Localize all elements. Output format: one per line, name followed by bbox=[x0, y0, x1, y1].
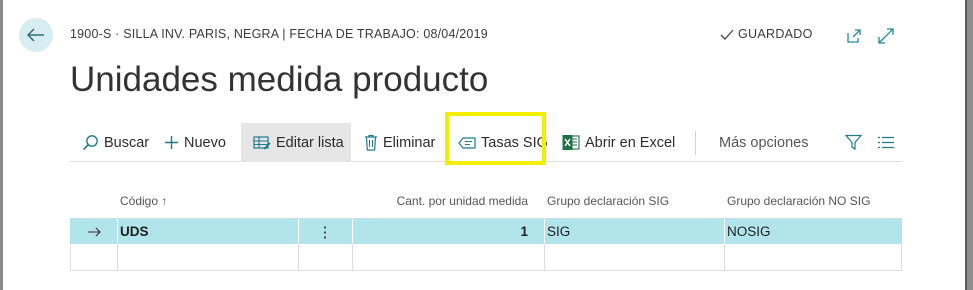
edit-list-button-label: Editar lista bbox=[276, 134, 344, 151]
row-pointer-arrow-icon bbox=[88, 227, 101, 237]
search-icon bbox=[82, 135, 98, 151]
open-in-new-window-icon[interactable] bbox=[845, 27, 863, 45]
delete-button-label: Eliminar bbox=[383, 134, 436, 151]
search-button[interactable]: Buscar bbox=[82, 123, 149, 162]
toolbar-divider bbox=[695, 131, 696, 155]
column-header-codigo[interactable]: Código ↑ bbox=[120, 184, 167, 218]
column-header-sig[interactable]: Grupo declaración SIG bbox=[547, 184, 669, 218]
new-button-label: Nuevo bbox=[184, 134, 226, 151]
cell-cantidad[interactable]: 1 bbox=[352, 219, 528, 244]
arrow-left-icon bbox=[27, 28, 44, 42]
more-options-button[interactable]: Más opciones bbox=[719, 123, 808, 162]
open-excel-button[interactable]: Abrir en Excel bbox=[562, 123, 675, 162]
column-divider bbox=[544, 219, 545, 244]
delete-button[interactable]: Eliminar bbox=[364, 123, 435, 162]
highlight-box bbox=[445, 112, 546, 165]
column-divider bbox=[117, 219, 118, 244]
more-options-button-label: Más opciones bbox=[719, 134, 809, 151]
table-row[interactable]: UDS ⋮ 1 SIG NOSIG bbox=[70, 218, 902, 244]
checkmark-icon bbox=[720, 29, 734, 40]
column-header-nosig[interactable]: Grupo declaración NO SIG bbox=[727, 184, 870, 218]
open-excel-button-label: Abrir en Excel bbox=[585, 134, 676, 151]
saved-status-label: GUARDADO bbox=[738, 27, 813, 41]
excel-icon bbox=[562, 135, 580, 150]
filter-icon[interactable] bbox=[845, 134, 862, 151]
expand-icon[interactable] bbox=[877, 27, 895, 45]
plus-icon bbox=[165, 136, 178, 149]
page-panel: 1900-S · SILLA INV. PARIS, NEGRA | FECHA… bbox=[3, 0, 965, 290]
edit-list-button[interactable]: Editar lista bbox=[241, 123, 351, 162]
column-divider bbox=[724, 219, 725, 244]
trash-icon bbox=[365, 134, 377, 151]
column-divider bbox=[544, 244, 545, 270]
new-button[interactable]: Nuevo bbox=[164, 123, 226, 162]
edit-list-icon bbox=[253, 135, 271, 150]
breadcrumb: 1900-S · SILLA INV. PARIS, NEGRA | FECHA… bbox=[70, 27, 488, 41]
background-edge-right bbox=[967, 0, 973, 290]
cell-sig[interactable]: SIG bbox=[547, 219, 570, 244]
screen: 1900-S · SILLA INV. PARIS, NEGRA | FECHA… bbox=[0, 0, 973, 290]
list-view-icon[interactable] bbox=[878, 136, 894, 149]
cell-nosig[interactable]: NOSIG bbox=[727, 219, 771, 244]
column-divider bbox=[117, 244, 118, 270]
column-divider bbox=[352, 244, 353, 270]
column-divider bbox=[298, 244, 299, 270]
cell-codigo[interactable]: UDS bbox=[120, 219, 149, 244]
empty-table-row[interactable] bbox=[70, 244, 902, 271]
back-button[interactable] bbox=[19, 18, 53, 52]
column-header-cantidad[interactable]: Cant. por unidad medida bbox=[352, 184, 528, 218]
saved-status: GUARDADO bbox=[720, 27, 813, 41]
column-divider bbox=[724, 244, 725, 270]
search-button-label: Buscar bbox=[104, 134, 150, 151]
page-title: Unidades medida producto bbox=[70, 60, 489, 99]
row-actions-menu[interactable]: ⋮ bbox=[298, 219, 352, 244]
